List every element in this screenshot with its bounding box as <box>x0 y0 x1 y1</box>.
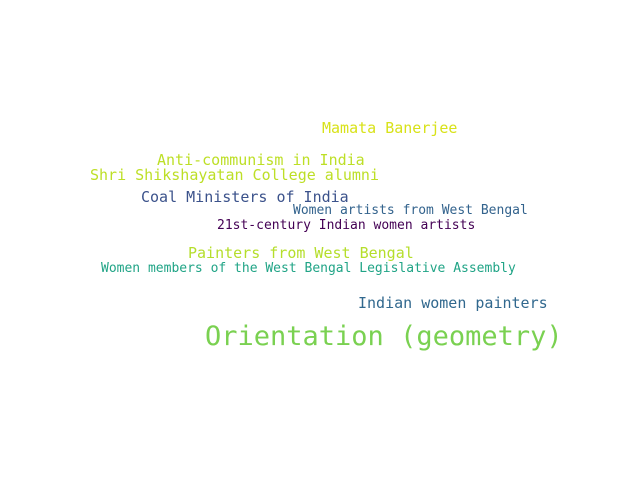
word-21st-century-indian-women-artists: 21st-century Indian women artists <box>217 218 476 233</box>
word-shri-shikshayatan-college-alumni: Shri Shikshayatan College alumni <box>90 166 379 184</box>
word-women-members-west-bengal-legislative-assembly: Women members of the West Bengal Legisla… <box>101 261 516 276</box>
word-mamata-banerjee: Mamata Banerjee <box>322 119 458 137</box>
word-orientation-geometry: Orientation (geometry) <box>205 321 563 352</box>
word-cloud: Mamata Banerjee Anti-communism in India … <box>0 0 640 480</box>
word-painters-from-west-bengal: Painters from West Bengal <box>188 244 414 262</box>
word-women-artists-from-west-bengal: Women artists from West Bengal <box>293 203 528 218</box>
word-indian-women-painters: Indian women painters <box>358 294 548 312</box>
